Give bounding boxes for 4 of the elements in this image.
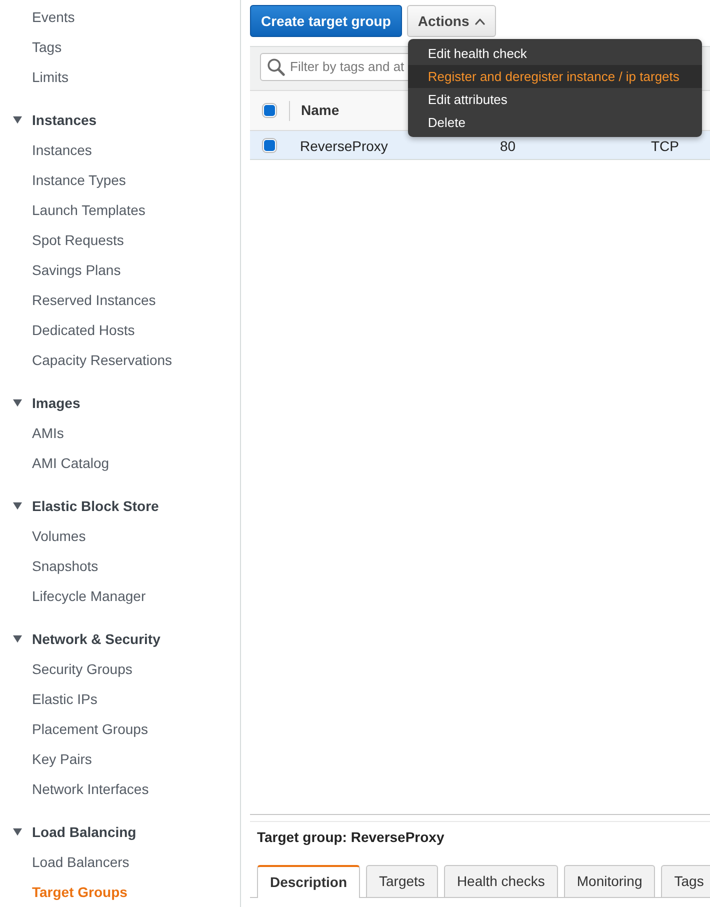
panel-title: Target group: ReverseProxy — [257, 828, 444, 846]
table-cell: ReverseProxy — [300, 138, 388, 154]
table-cell: TCP — [651, 138, 679, 154]
table-cell: 80 — [500, 138, 516, 154]
